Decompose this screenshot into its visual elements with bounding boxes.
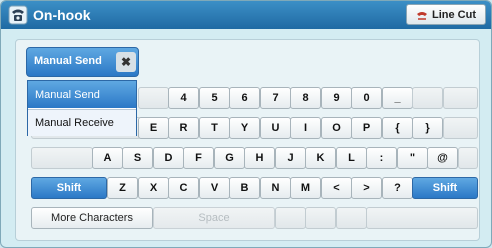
key-at[interactable]: @ (427, 147, 458, 169)
key-underscore[interactable]: _ (382, 87, 413, 109)
key-j[interactable]: J (275, 147, 306, 169)
option-manual-send[interactable]: Manual Send (28, 81, 136, 108)
mode-dropdown: Manual Send Manual Receive (27, 80, 137, 136)
key-left-brace[interactable]: { (382, 117, 413, 139)
mode-selector-button[interactable]: Manual Send ✖ (26, 47, 139, 77)
key-d[interactable]: D (153, 147, 184, 169)
key-a[interactable]: A (92, 147, 123, 169)
key-t[interactable]: T (199, 117, 230, 139)
key-6[interactable]: 6 (229, 87, 260, 109)
key-question[interactable]: ? (382, 177, 413, 199)
key-g[interactable]: G (214, 147, 245, 169)
key-less-than[interactable]: < (321, 177, 352, 199)
key-4[interactable]: 4 (168, 87, 199, 109)
key-blank[interactable] (412, 87, 443, 109)
mode-selector-label: Manual Send (34, 55, 102, 67)
key-n[interactable]: N (260, 177, 291, 199)
key-blank[interactable] (458, 147, 478, 169)
shift-left-key[interactable]: Shift (31, 177, 107, 199)
key-blank[interactable] (138, 87, 169, 109)
key-quote[interactable]: " (397, 147, 428, 169)
key-e[interactable]: E (138, 117, 169, 139)
close-icon[interactable]: ✖ (116, 52, 136, 72)
telephone-icon (8, 5, 28, 25)
key-b[interactable]: B (229, 177, 260, 199)
key-8[interactable]: 8 (290, 87, 321, 109)
key-c[interactable]: C (168, 177, 199, 199)
key-blank[interactable] (366, 207, 478, 229)
key-z[interactable]: Z (107, 177, 138, 199)
key-blank[interactable] (275, 207, 306, 229)
key-blank[interactable] (443, 117, 478, 139)
key-blank[interactable] (443, 87, 478, 109)
key-0[interactable]: 0 (351, 87, 382, 109)
key-blank[interactable] (305, 207, 336, 229)
key-h[interactable]: H (244, 147, 275, 169)
dialog-title: On-hook (33, 7, 91, 23)
key-f[interactable]: F (183, 147, 214, 169)
space-key[interactable]: Space (153, 207, 275, 229)
key-r[interactable]: R (168, 117, 199, 139)
title-bar: On-hook Line Cut (1, 1, 491, 29)
option-manual-receive[interactable]: Manual Receive (28, 109, 136, 136)
line-cut-label: Line Cut (432, 8, 476, 21)
key-l[interactable]: L (336, 147, 367, 169)
key-s[interactable]: S (122, 147, 153, 169)
key-greater-than[interactable]: > (351, 177, 382, 199)
key-y[interactable]: Y (229, 117, 260, 139)
more-characters-button[interactable]: More Characters (31, 207, 153, 229)
key-x[interactable]: X (138, 177, 169, 199)
key-u[interactable]: U (260, 117, 291, 139)
key-right-brace[interactable]: } (412, 117, 443, 139)
shift-right-key[interactable]: Shift (412, 177, 478, 199)
on-hook-dialog: On-hook Line Cut 4 5 6 7 8 9 0 _ E R T Y… (0, 0, 492, 248)
key-o[interactable]: O (321, 117, 352, 139)
line-cut-icon (417, 11, 427, 20)
key-p[interactable]: P (351, 117, 382, 139)
key-v[interactable]: V (199, 177, 230, 199)
key-blank[interactable] (31, 147, 93, 169)
key-i[interactable]: I (290, 117, 321, 139)
line-cut-button[interactable]: Line Cut (406, 4, 486, 25)
key-k[interactable]: K (305, 147, 336, 169)
key-7[interactable]: 7 (260, 87, 291, 109)
key-9[interactable]: 9 (321, 87, 352, 109)
key-m[interactable]: M (290, 177, 321, 199)
key-5[interactable]: 5 (199, 87, 230, 109)
key-colon[interactable]: : (366, 147, 397, 169)
key-blank[interactable] (336, 207, 367, 229)
